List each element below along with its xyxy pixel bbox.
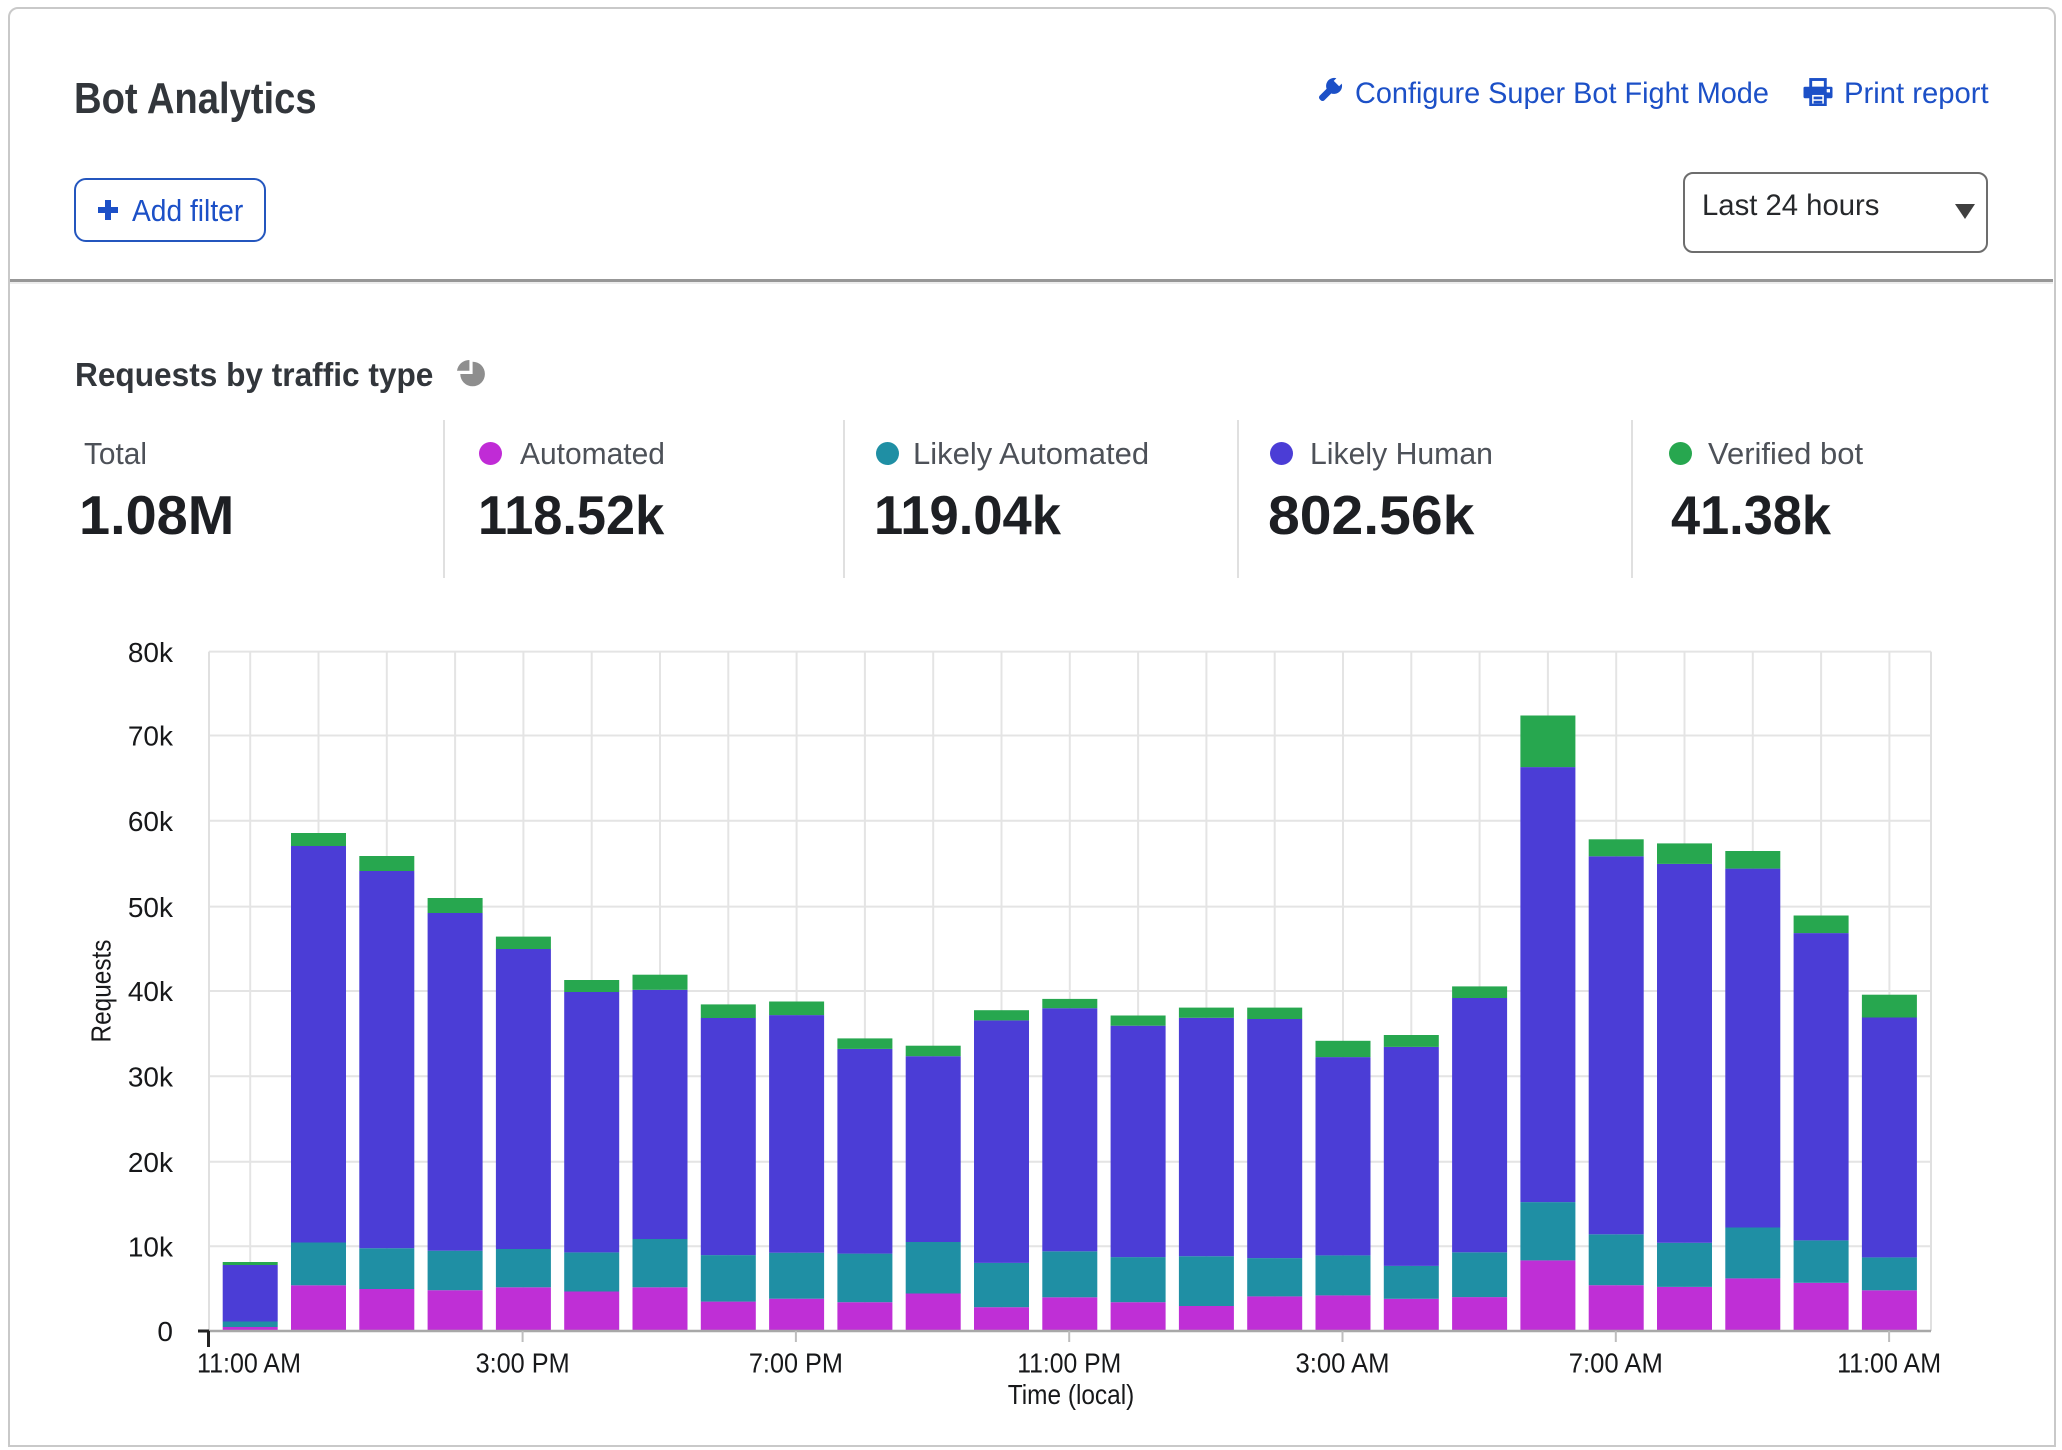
- svg-text:11:00 PM: 11:00 PM: [1017, 1348, 1121, 1379]
- svg-text:50k: 50k: [128, 892, 174, 923]
- svg-text:70k: 70k: [128, 721, 174, 752]
- svg-text:60k: 60k: [128, 806, 174, 837]
- svg-text:0: 0: [157, 1316, 173, 1347]
- svg-text:11:00 AM: 11:00 AM: [197, 1348, 301, 1379]
- svg-text:20k: 20k: [128, 1147, 174, 1178]
- svg-text:Requests: Requests: [86, 940, 117, 1043]
- svg-text:10k: 10k: [128, 1232, 174, 1263]
- svg-text:Time (local): Time (local): [1008, 1379, 1135, 1410]
- svg-text:3:00 PM: 3:00 PM: [476, 1348, 570, 1379]
- svg-text:7:00 AM: 7:00 AM: [1569, 1348, 1663, 1379]
- svg-text:7:00 PM: 7:00 PM: [749, 1348, 843, 1379]
- svg-text:3:00 AM: 3:00 AM: [1296, 1348, 1390, 1379]
- svg-text:30k: 30k: [128, 1062, 174, 1093]
- svg-text:80k: 80k: [128, 637, 174, 668]
- svg-text:40k: 40k: [128, 976, 174, 1007]
- svg-text:11:00 AM: 11:00 AM: [1837, 1348, 1941, 1379]
